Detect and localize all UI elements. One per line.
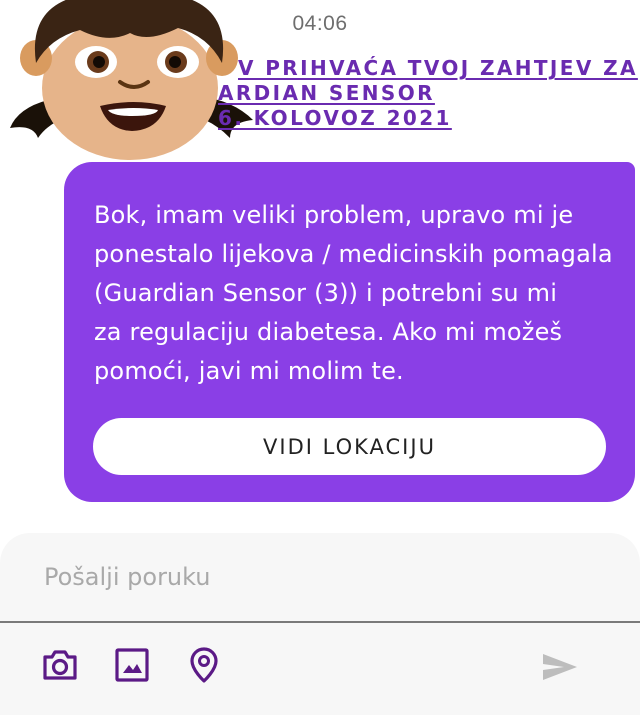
user-avatar-emoji <box>10 0 253 160</box>
request-accepted-header[interactable]: V PRIHVAĆA TVOJ ZAHTJEV ZA ARDIAN SENSOR… <box>218 56 640 131</box>
message-composer <box>0 533 640 715</box>
message-line: Bok, imam veliki problem, upravo mi je <box>94 201 574 229</box>
send-icon <box>543 654 577 680</box>
camera-button[interactable] <box>40 645 80 685</box>
header-line-1: V PRIHVAĆA TVOJ ZAHTJEV ZA <box>238 56 638 80</box>
location-button[interactable] <box>184 645 224 685</box>
camera-icon <box>43 650 77 680</box>
message-input[interactable] <box>44 557 584 597</box>
view-location-button[interactable]: VIDI LOKACIJU <box>93 418 606 475</box>
image-icon <box>115 648 149 682</box>
header-line-3: 6. KOLOVOZ 2021 <box>218 106 452 130</box>
message-text: Bok, imam veliki problem, upravo mi je p… <box>94 196 614 391</box>
message-line: za regulaciju diabetesa. Ako mi možeš <box>94 318 563 346</box>
message-line: (Guardian Sensor (3)) i potrebni su mi <box>94 279 558 307</box>
message-bubble: Bok, imam veliki problem, upravo mi je p… <box>64 162 635 502</box>
gallery-button[interactable] <box>112 645 152 685</box>
message-line: ponestalo lijekova / medicinskih pomagal… <box>94 240 613 268</box>
header-line-2: ARDIAN SENSOR <box>218 81 435 105</box>
location-pin-icon <box>190 647 218 683</box>
send-button[interactable] <box>540 647 580 687</box>
composer-divider <box>0 621 640 623</box>
message-line: pomoći, javi mi molim te. <box>94 357 404 385</box>
